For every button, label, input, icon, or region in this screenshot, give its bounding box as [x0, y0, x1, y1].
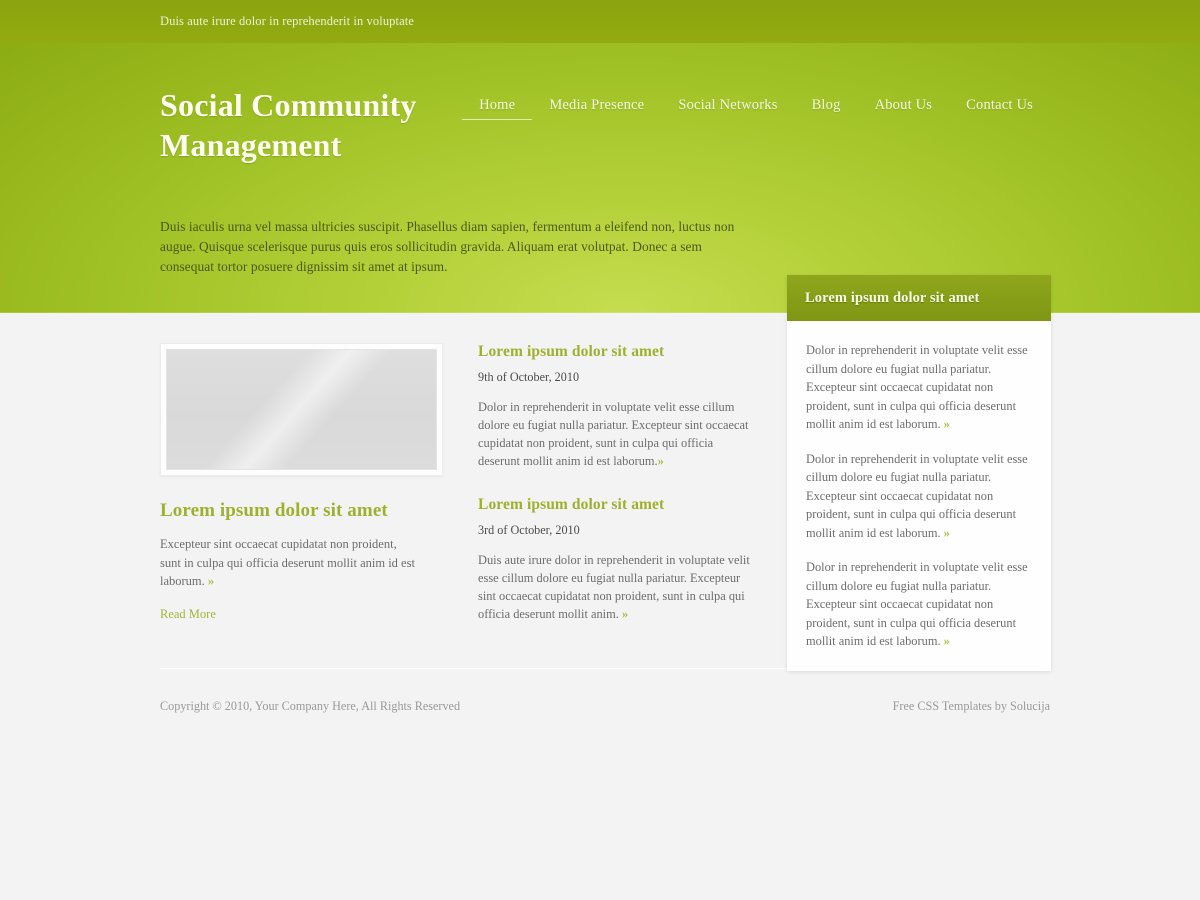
more-link-icon[interactable]: »	[944, 634, 950, 648]
article-heading[interactable]: Lorem ipsum dolor sit amet	[478, 496, 750, 514]
article-date: 9th of October, 2010	[478, 370, 580, 384]
nav-item-social-networks[interactable]: Social Networks	[661, 95, 794, 119]
sidebar-paragraph-text: Dolor in reprehenderit in voluptate veli…	[806, 451, 1028, 540]
feature-image-frame	[160, 343, 443, 476]
footer-wrapper: Copyright © 2010, Your Company Here, All…	[150, 668, 1050, 714]
article-item: Lorem ipsum dolor sit amet 9th of Octobe…	[478, 343, 750, 470]
feature-image-placeholder	[166, 349, 437, 470]
articles-column: Lorem ipsum dolor sit amet 9th of Octobe…	[450, 343, 750, 623]
site-header: Social Community Management Home Media P…	[0, 43, 1200, 313]
article-body: Dolor in reprehenderit in voluptate veli…	[478, 398, 750, 470]
more-link-icon[interactable]: »	[208, 574, 214, 588]
left-column-heading: Lorem ipsum dolor sit amet	[160, 500, 388, 521]
article-body-text: Duis aute irure dolor in reprehenderit i…	[478, 553, 750, 621]
left-column-body: Excepteur sint occaecat cupidatat non pr…	[160, 535, 420, 591]
header-inner: Social Community Management Home Media P…	[150, 43, 1050, 313]
left-column-body-text: Excepteur sint occaecat cupidatat non pr…	[160, 537, 415, 588]
read-more-link[interactable]: Read More	[160, 607, 216, 622]
top-bar-inner: Duis aute irure dolor in reprehenderit i…	[150, 0, 1050, 43]
top-bar: Duis aute irure dolor in reprehenderit i…	[0, 0, 1200, 43]
footer-copyright: Copyright © 2010, Your Company Here, All…	[160, 699, 461, 713]
sidebar-paragraph-text: Dolor in reprehenderit in voluptate veli…	[806, 560, 1028, 648]
article-heading[interactable]: Lorem ipsum dolor sit amet	[478, 343, 750, 361]
nav-item-blog[interactable]: Blog	[795, 95, 858, 119]
nav-item-media-presence[interactable]: Media Presence	[532, 95, 661, 119]
more-link-icon[interactable]: »	[944, 526, 950, 540]
footer-credit-link[interactable]: Free CSS Templates by Solucija	[893, 699, 1050, 713]
sidebar-panel: Lorem ipsum dolor sit amet Dolor in repr…	[787, 275, 1051, 671]
intro-paragraph: Duis iaculis urna vel massa ultricies su…	[160, 219, 735, 274]
more-link-icon[interactable]: »	[622, 607, 628, 621]
more-link-icon[interactable]: »	[944, 417, 950, 431]
main-navigation: Home Media Presence Social Networks Blog…	[462, 85, 1050, 120]
sidebar-paragraph: Dolor in reprehenderit in voluptate veli…	[806, 558, 1032, 651]
sidebar-header: Lorem ipsum dolor sit amet	[787, 275, 1051, 321]
tagline-text: Duis aute irure dolor in reprehenderit i…	[160, 14, 414, 28]
left-column: Lorem ipsum dolor sit amet Excepteur sin…	[160, 343, 450, 623]
article-body: Duis aute irure dolor in reprehenderit i…	[478, 551, 750, 623]
sidebar-title: Lorem ipsum dolor sit amet	[805, 289, 980, 306]
footer-credit: Free CSS Templates by Solucija	[893, 699, 1050, 714]
sidebar-paragraph-text: Dolor in reprehenderit in voluptate veli…	[806, 343, 1028, 431]
article-item: Lorem ipsum dolor sit amet 3rd of Octobe…	[478, 496, 750, 623]
sidebar-paragraph: Dolor in reprehenderit in voluptate veli…	[806, 341, 1032, 434]
more-link-icon[interactable]: »	[658, 454, 664, 468]
nav-item-about-us[interactable]: About Us	[858, 95, 950, 119]
nav-item-contact-us[interactable]: Contact Us	[949, 95, 1050, 119]
site-footer: Copyright © 2010, Your Company Here, All…	[160, 669, 1050, 714]
sidebar-body: Dolor in reprehenderit in voluptate veli…	[787, 321, 1051, 671]
site-title: Social Community Management	[160, 87, 417, 163]
brand-row: Social Community Management Home Media P…	[160, 43, 1050, 165]
nav-item-home[interactable]: Home	[462, 95, 533, 120]
sidebar-paragraph: Dolor in reprehenderit in voluptate veli…	[806, 450, 1032, 543]
article-body-text: Dolor in reprehenderit in voluptate veli…	[478, 400, 749, 468]
article-date: 3rd of October, 2010	[478, 523, 580, 537]
